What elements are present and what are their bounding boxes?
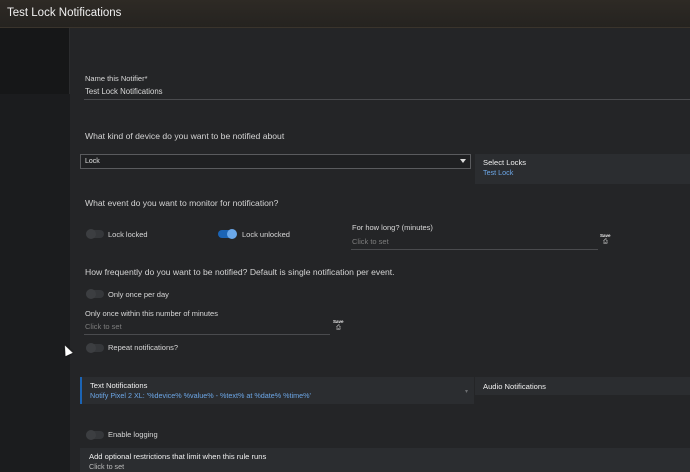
text-notifications-panel[interactable]: Text Notifications Notify Pixel 2 XL: '%… <box>80 377 474 404</box>
name-field-label: Name this Notifier* <box>85 74 148 83</box>
once-per-day-label: Only once per day <box>108 290 169 299</box>
logging-label: Enable logging <box>108 430 158 439</box>
text-notifications-value: Notify Pixel 2 XL: '%device% %value% - %… <box>90 391 311 400</box>
title-bar: Test Lock Notifications <box>0 0 690 28</box>
device-question: What kind of device do you want to be no… <box>85 131 285 141</box>
left-sidebar-header <box>0 28 70 94</box>
repeat-label: Repeat notifications? <box>108 343 179 352</box>
select-locks-panel[interactable]: Select Locks Test Lock <box>475 154 690 184</box>
minutes-save-button[interactable]: Save ⎙ <box>333 319 347 333</box>
select-locks-title: Select Locks <box>483 158 527 167</box>
audio-notifications-title: Audio Notifications <box>483 382 546 391</box>
minutes-limit-label: Only once within this number of minutes <box>85 309 218 318</box>
text-notifications-title: Text Notifications <box>90 381 148 390</box>
lock-locked-toggle[interactable] <box>86 229 104 239</box>
caret-down-icon <box>460 159 466 163</box>
window-title: Test Lock Notifications <box>7 7 122 19</box>
duration-save-label: Save <box>600 233 611 238</box>
duration-label: For how long? (minutes) <box>352 223 433 232</box>
frequency-question: How frequently do you want to be notifie… <box>85 267 395 277</box>
minutes-save-label: Save <box>333 319 344 324</box>
restrictions-value: Click to set <box>89 462 125 471</box>
audio-notifications-panel[interactable]: Audio Notifications <box>475 377 690 395</box>
lock-unlocked-toggle[interactable] <box>218 229 237 239</box>
chevron-down-icon: ▾ <box>465 389 469 395</box>
duration-input[interactable]: Click to set <box>352 237 389 246</box>
restrictions-title: Add optional restrictions that limit whe… <box>89 452 267 461</box>
duration-save-button[interactable]: Save ⎙ <box>600 233 614 247</box>
once-per-day-toggle[interactable] <box>86 289 104 299</box>
main-content <box>70 28 690 472</box>
repeat-toggle[interactable] <box>86 343 104 353</box>
save-icon: ⎙ <box>336 325 341 331</box>
minutes-limit-input[interactable]: Click to set <box>85 322 122 331</box>
select-locks-value: Test Lock <box>483 168 514 177</box>
save-icon: ⎙ <box>603 239 608 245</box>
device-type-select[interactable]: Lock <box>80 154 471 169</box>
minutes-limit-underline <box>84 334 330 335</box>
event-question: What event do you want to monitor for no… <box>85 198 279 208</box>
restrictions-panel[interactable]: Add optional restrictions that limit whe… <box>80 448 690 472</box>
name-field-underline <box>84 99 690 100</box>
lock-locked-label: Lock locked <box>108 230 148 239</box>
logging-toggle[interactable] <box>86 430 104 440</box>
lock-unlocked-label: Lock unlocked <box>242 230 290 239</box>
duration-underline <box>351 249 598 250</box>
left-sidebar <box>0 28 70 472</box>
device-type-value: Lock <box>85 158 100 165</box>
name-field-input[interactable]: Test Lock Notifications <box>85 87 163 96</box>
